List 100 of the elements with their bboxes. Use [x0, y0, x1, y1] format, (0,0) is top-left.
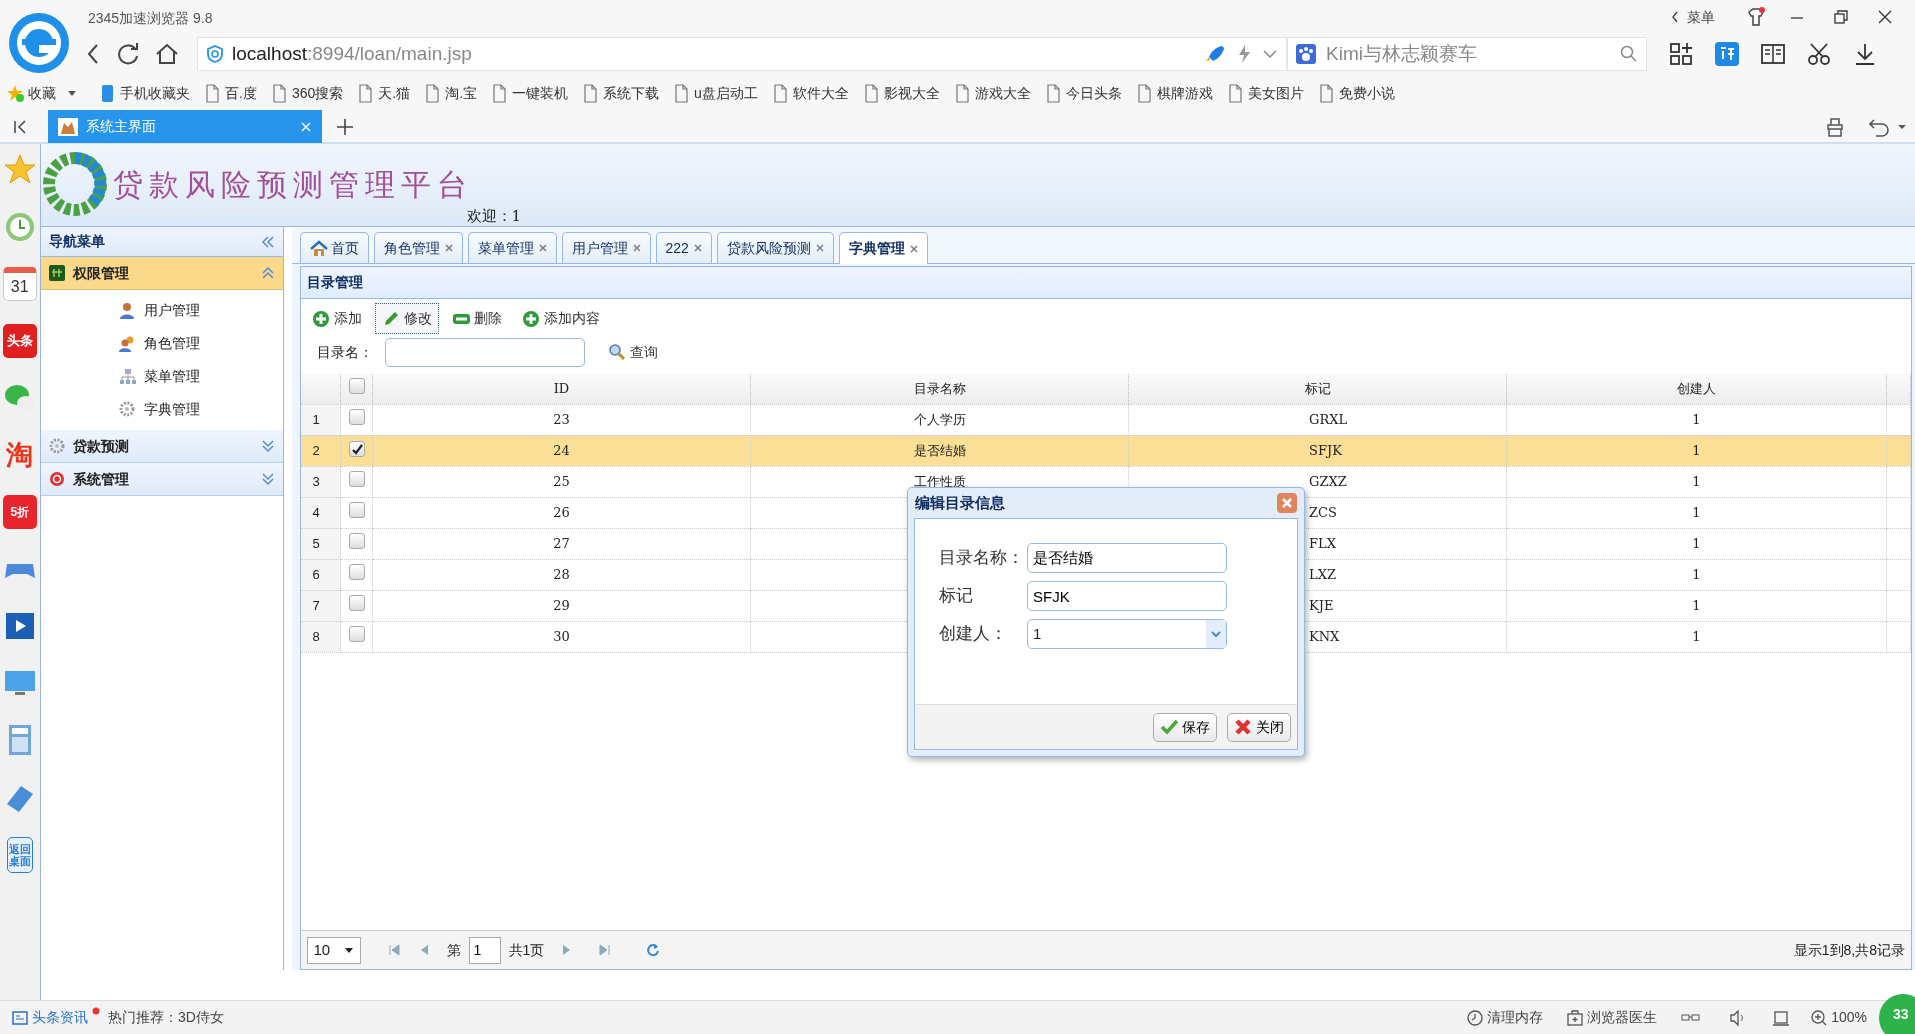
select-field[interactable]: 1 [1027, 619, 1227, 649]
close-button[interactable]: 关闭 [1227, 712, 1291, 742]
apps-icon[interactable] [1669, 42, 1693, 66]
speaker-icon[interactable] [1729, 1008, 1746, 1027]
checkbox[interactable] [348, 378, 365, 394]
toolbar-button[interactable]: 添加 [304, 303, 369, 334]
tab[interactable]: 字典管理 [838, 232, 928, 264]
bookmark-link[interactable]: 一键装机 [490, 82, 569, 104]
reader-icon[interactable] [1761, 42, 1785, 66]
status-link[interactable]: 浏览器医生 [1567, 1007, 1658, 1028]
checkbox[interactable] [348, 440, 365, 457]
shop-app-icon[interactable]: 淘 [2, 438, 37, 472]
address-text[interactable]: localhost:8994/loan/main.jsp [232, 39, 1204, 69]
menu-group-header[interactable]: 权限管理 [40, 257, 283, 290]
table-cell: 工作性质 [913, 473, 966, 489]
table-cell: LXZ [1309, 566, 1336, 582]
collapse-icon[interactable] [12, 117, 28, 136]
bookmark-link[interactable]: 美女图片 [1225, 82, 1304, 104]
menu-group-header[interactable]: 贷款预测 [40, 430, 283, 463]
tab[interactable]: 贷款风险预测 [716, 232, 834, 263]
speed-badge: 33 [1879, 994, 1915, 1034]
row-number: 3 [300, 466, 341, 497]
notification-dot-icon [92, 1007, 100, 1015]
search-field[interactable] [384, 337, 585, 367]
bookmark-link[interactable]: u盘启动工 [672, 82, 758, 104]
table-cell: 1 [1692, 473, 1701, 489]
news-link[interactable]: 头条资讯 [12, 1007, 100, 1028]
menu-item[interactable]: 菜单管理 [40, 360, 283, 393]
page-number-field[interactable]: 1 [468, 936, 501, 964]
bookmark-link[interactable]: 免费小说 [1316, 82, 1395, 104]
toolbar-button[interactable]: 添加内容 [514, 303, 607, 334]
restore-icon[interactable] [1833, 9, 1849, 25]
toolbar-button[interactable]: 删除 [444, 303, 509, 334]
bookmark-link[interactable]: 手机收藏夹 [98, 82, 190, 104]
checkbox[interactable] [348, 408, 365, 425]
input-field[interactable]: SFJK [1027, 581, 1227, 611]
shirt-icon[interactable] [1745, 7, 1765, 27]
tab[interactable]: 角色管理 [373, 232, 463, 263]
lightning-icon [1236, 44, 1252, 64]
field-label: 创建人： [938, 622, 1008, 646]
table-cell: 1 [1692, 535, 1701, 551]
cross-icon [1234, 718, 1252, 736]
calendar-icon[interactable]: 31 [2, 267, 37, 301]
panel-title: 目录管理 [300, 267, 1911, 299]
bookmark-link[interactable]: 游戏大全 [952, 82, 1031, 104]
tab[interactable]: 222 [655, 232, 712, 263]
bookmark-link[interactable]: 影视大全 [861, 82, 940, 104]
zoom-control[interactable]: 100% [1811, 1007, 1867, 1028]
checkbox[interactable] [348, 625, 365, 642]
checkbox[interactable] [348, 532, 365, 549]
bookmark-link[interactable]: 天.猫 [356, 82, 411, 104]
status-link[interactable]: 清理内存 [1467, 1007, 1544, 1028]
menu-group-header[interactable]: 系统管理 [40, 463, 283, 496]
check-icon [1160, 718, 1178, 736]
save-button[interactable]: 保存 [1153, 712, 1217, 742]
last-page-icon[interactable] [598, 943, 613, 957]
tab[interactable]: 首页 [299, 232, 369, 263]
translate-icon[interactable] [1715, 42, 1739, 66]
sale-app-icon[interactable]: 5折 [2, 495, 37, 529]
tab[interactable]: 用户管理 [561, 232, 651, 263]
bookmark-link[interactable]: 360搜索 [269, 82, 344, 104]
bookmark-link[interactable]: 软件大全 [770, 82, 849, 104]
home-icon[interactable] [155, 42, 179, 66]
chevron-left-icon [1671, 11, 1679, 23]
bookmark-link[interactable]: 收藏 [6, 82, 76, 104]
search-field[interactable]: Kimi与林志颖赛车 [1324, 38, 1612, 70]
menu-button[interactable]: 菜单 [1665, 10, 1721, 24]
desktop-icon[interactable]: 返回桌面 [6, 837, 33, 873]
tab[interactable]: 菜单管理 [467, 232, 557, 263]
broom-icon[interactable] [1825, 116, 1845, 137]
bookmark-link[interactable]: 棋牌游戏 [1134, 82, 1213, 104]
checkbox[interactable] [348, 563, 365, 580]
menu-item[interactable]: 角色管理 [40, 327, 283, 360]
reload-icon[interactable] [117, 42, 141, 66]
bookmark-link[interactable]: 百.度 [203, 82, 257, 104]
bookmark-link[interactable]: 淘.宝 [423, 82, 478, 104]
search-button[interactable]: 查询 [600, 336, 665, 368]
menu-item[interactable]: 用户管理 [40, 294, 283, 327]
bookmark-link[interactable]: 系统下载 [581, 82, 660, 104]
first-page-icon[interactable] [386, 943, 401, 957]
bookmark-link[interactable]: 今日头条 [1043, 82, 1122, 104]
checkbox[interactable] [348, 594, 365, 611]
address-bar[interactable]: localhost:8994/loan/main.jsp [197, 37, 1287, 71]
news-app-icon[interactable]: 头条 [2, 324, 37, 358]
close-icon[interactable] [1877, 9, 1893, 25]
window-icon[interactable] [1773, 1009, 1790, 1026]
new-tab-icon[interactable] [336, 117, 354, 136]
star-app-icon[interactable] [2, 153, 37, 187]
refresh-icon[interactable] [646, 943, 661, 957]
menu-item[interactable]: 字典管理 [40, 393, 283, 426]
checkbox[interactable] [348, 501, 365, 518]
download-icon[interactable] [1853, 42, 1877, 66]
input-field[interactable]: 是否结婚 [1027, 543, 1227, 573]
table-cell: 个人学历 [913, 411, 966, 427]
checkbox[interactable] [348, 470, 365, 487]
toolbar-button[interactable]: 修改 [374, 303, 439, 334]
scissors-icon[interactable] [1807, 42, 1831, 66]
search-bar[interactable]: Kimi与林志颖赛车 [1287, 37, 1647, 71]
page-size-select[interactable]: 10 [306, 936, 361, 964]
double-chevron-left-icon[interactable] [260, 234, 275, 249]
